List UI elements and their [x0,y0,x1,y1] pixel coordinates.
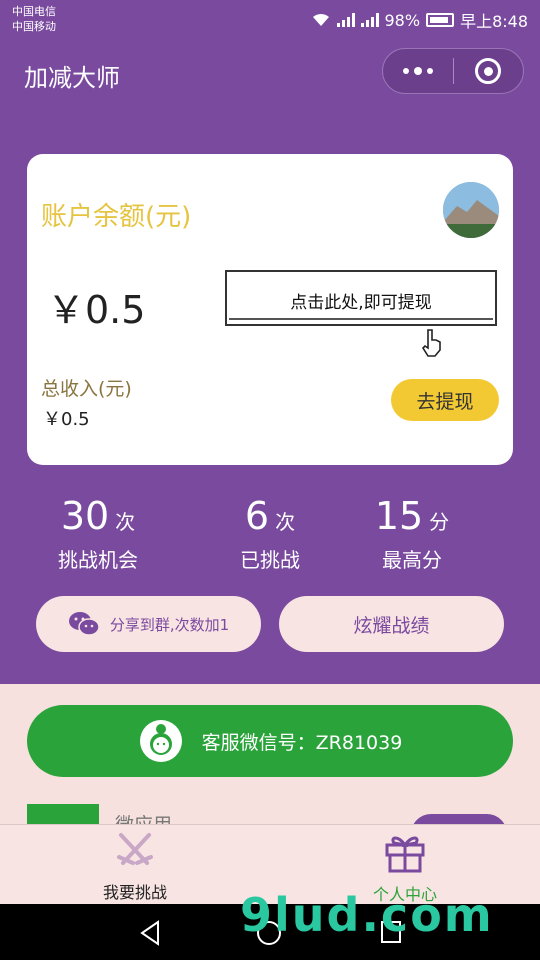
mini-app-item[interactable]: 微应用 [27,804,513,824]
stat-best-score: 15 分 最高分 [322,494,502,573]
mini-app-thumbnail [27,804,99,824]
mini-app-open-button[interactable] [411,814,507,824]
stat-value: 30 [60,494,110,538]
agent-icon [139,720,182,762]
status-indicators: 98% 早上8:48 [311,8,528,32]
stat-label: 挑战机会 [58,548,138,572]
miniapp-capsule [382,48,524,94]
wifi-icon [312,13,329,26]
back-icon[interactable] [138,920,162,946]
withdraw-tip-text: 点击此处,即可提现 [290,293,432,313]
stat-value: 15 [374,494,424,538]
customer-service-button[interactable]: 客服微信号：ZR81039 [27,705,513,777]
stat-unit: 次 [115,510,136,534]
balance-value: ￥0.5 [47,288,146,332]
close-icon[interactable] [454,58,524,84]
total-income-value: ￥0.5 [43,409,90,430]
stat-label: 最高分 [382,548,442,572]
withdraw-button[interactable]: 去提现 [391,379,499,421]
crossed-swords-icon [117,833,153,865]
mini-app-name: 微应用 [115,810,172,824]
gift-icon [385,836,425,873]
clock: 早上8:48 [460,12,528,31]
carrier-1: 中国电信 [12,5,56,18]
stats-row: 30 次 挑战机会 6次 已挑战 15 分 最高分 [0,494,540,584]
pointing-hand-icon [421,329,441,357]
stat-chances: 30 次 挑战机会 [8,494,188,573]
wechat-icon [68,612,100,636]
stat-unit: 次 [275,510,296,534]
more-icon[interactable] [383,66,453,75]
stat-unit: 分 [429,510,450,534]
signal-icon-2 [360,13,379,27]
status-bar: 中国电信 中国移动 98% 早上8:48 [0,0,540,38]
watermark-logo: 9lud.com [240,888,494,942]
tab-challenge-label: 我要挑战 [102,883,167,902]
battery-percent: 98% [384,10,421,30]
mountain-photo [443,182,499,238]
signal-icon [336,13,355,27]
account-card: 账户余额(元) ￥0.5 点击此处,即可提现 总收入(元) ￥0.5 去提现 [27,154,513,465]
balance-title: 账户余额(元) [41,202,192,232]
stat-value: 6 [244,494,270,538]
carrier-2: 中国移动 [12,20,56,33]
avatar[interactable] [443,182,499,238]
total-income-label: 总收入(元) [41,378,132,400]
page-title: 加减大师 [24,64,120,92]
share-label: 分享到群,次数加1 [109,615,230,634]
battery-icon [426,13,455,27]
tab-challenge[interactable]: 我要挑战 [0,831,270,903]
service-label: 客服微信号：ZR81039 [201,731,403,754]
header-area: 加减大师 账户余额(元) ￥0.5 点击此处,即可提现 总收入(元) ￥0.5 … [0,38,540,684]
show-off-button[interactable]: 炫耀战绩 [279,596,504,652]
carrier-info: 中国电信 中国移动 [12,4,56,34]
withdraw-tip[interactable]: 点击此处,即可提现 [225,270,497,326]
share-to-group-button[interactable]: 分享到群,次数加1 [36,596,261,652]
